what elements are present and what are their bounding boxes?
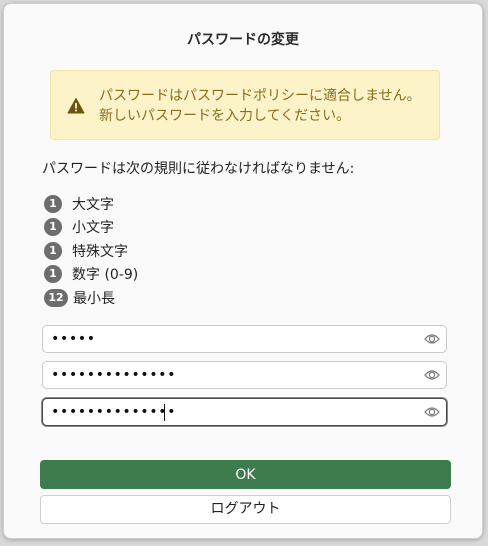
warning-banner: パスワードはパスワードポリシーに適合しません。新しいパスワードを入力してください… <box>50 70 440 140</box>
rule-item-special: 1 特殊文字 <box>44 239 138 263</box>
eye-icon[interactable] <box>424 332 440 346</box>
rule-item-uppercase: 1 大文字 <box>44 192 138 216</box>
rule-count-badge: 1 <box>44 265 62 284</box>
logout-button[interactable]: ログアウト <box>40 495 451 524</box>
confirm-password-input[interactable] <box>43 399 429 425</box>
rule-label: 特殊文字 <box>72 243 128 260</box>
text-caret <box>164 404 165 421</box>
rule-label: 小文字 <box>72 220 114 237</box>
change-password-dialog: パスワードの変更 パスワードはパスワードポリシーに適合しません。新しいパスワード… <box>3 3 483 539</box>
rule-label: 最小長 <box>73 290 115 307</box>
eye-icon[interactable] <box>424 405 440 419</box>
dialog-title: パスワードの変更 <box>187 32 299 48</box>
warning-triangle-icon <box>67 98 85 114</box>
rule-label: 大文字 <box>72 196 114 213</box>
rule-item-digits: 1 数字 (0-9) <box>44 263 138 287</box>
rule-count-badge: 1 <box>44 218 62 237</box>
new-password-field <box>42 361 447 389</box>
password-rules-list: 1 大文字 1 小文字 1 特殊文字 1 数字 (0-9) 12 最小長 <box>44 192 138 310</box>
ok-button[interactable]: OK <box>40 460 451 489</box>
rule-count-badge: 1 <box>44 194 62 213</box>
current-password-field <box>42 325 447 353</box>
eye-icon[interactable] <box>424 368 440 382</box>
rule-count-badge: 1 <box>44 241 62 260</box>
warning-message: パスワードはパスワードポリシーに適合しません。新しいパスワードを入力してください… <box>99 88 421 124</box>
new-password-input[interactable] <box>43 362 429 388</box>
rule-count-badge: 12 <box>44 288 68 307</box>
rule-item-lowercase: 1 小文字 <box>44 216 138 240</box>
rules-intro: パスワードは次の規則に従わなければなりません: <box>42 161 355 177</box>
rule-label: 数字 (0-9) <box>72 267 139 284</box>
current-password-input[interactable] <box>43 326 429 352</box>
confirm-password-field <box>42 398 447 426</box>
rule-item-min-length: 12 最小長 <box>44 286 138 310</box>
